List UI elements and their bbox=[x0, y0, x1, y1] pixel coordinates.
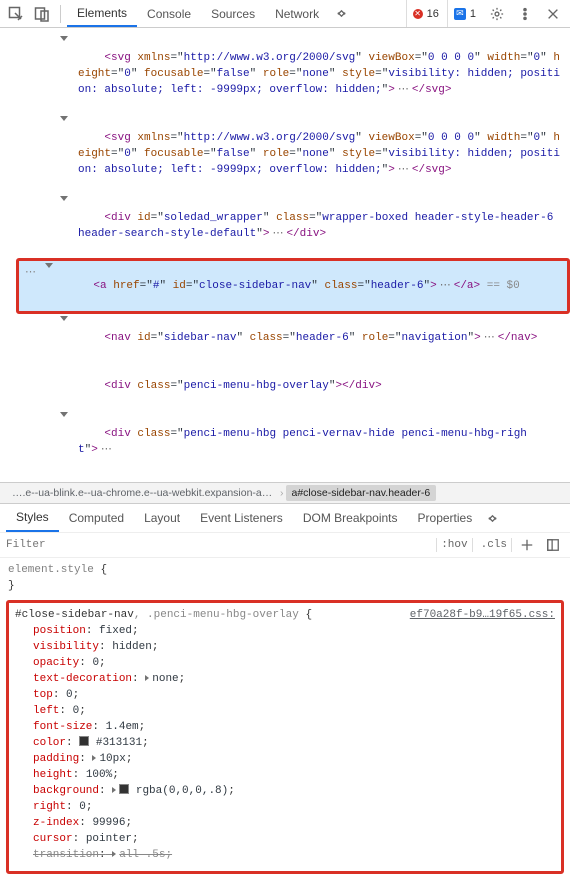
css-declaration[interactable]: z-index: 99996; bbox=[15, 815, 555, 831]
chevron-down-icon[interactable] bbox=[60, 36, 68, 41]
device-toggle-icon[interactable] bbox=[30, 2, 54, 26]
dom-node[interactable]: <nav id="sidebar-nav" class="header-6" r… bbox=[20, 314, 570, 362]
styles-filter-input[interactable] bbox=[6, 539, 432, 551]
matched-css-rule[interactable]: #close-sidebar-nav, .penci-menu-hbg-over… bbox=[6, 600, 564, 874]
cls-toggle-button[interactable]: .cls bbox=[477, 538, 512, 552]
chevron-down-icon[interactable] bbox=[45, 263, 53, 268]
css-declaration[interactable]: transition: all .5s; bbox=[15, 847, 555, 863]
hov-toggle-button[interactable]: :hov bbox=[436, 538, 472, 552]
css-declaration[interactable]: position: fixed; bbox=[15, 623, 555, 639]
close-devtools-icon[interactable] bbox=[540, 0, 566, 27]
message-icon: ✉ bbox=[454, 8, 466, 20]
css-declaration[interactable]: left: 0; bbox=[15, 703, 555, 719]
chevron-down-icon[interactable] bbox=[60, 412, 68, 417]
css-declaration[interactable]: height: 100%; bbox=[15, 767, 555, 783]
computed-sidebar-icon[interactable] bbox=[542, 534, 564, 556]
elements-dom-tree[interactable]: <svg xmlns="http://www.w3.org/2000/svg" … bbox=[0, 28, 570, 482]
breadcrumb[interactable]: ….e--ua-blink.e--ua-chrome.e--ua-webkit.… bbox=[0, 482, 570, 504]
chevron-right-icon: › bbox=[278, 487, 286, 499]
css-source-link[interactable]: ef70a28f-b9…19f65.css: bbox=[410, 607, 555, 623]
css-declaration[interactable]: visibility: hidden; bbox=[15, 639, 555, 655]
tab-dom-breakpoints[interactable]: DOM Breakpoints bbox=[293, 504, 408, 532]
dom-node[interactable]: <div class="penci-menu-hbg penci-vernav-… bbox=[20, 410, 570, 474]
tab-layout[interactable]: Layout bbox=[134, 504, 190, 532]
css-declaration[interactable]: text-decoration: none; bbox=[15, 671, 555, 687]
selection-marker-icon: ⋯ bbox=[25, 265, 36, 281]
kebab-menu-icon[interactable] bbox=[512, 0, 538, 27]
css-declaration[interactable]: color: #313131; bbox=[15, 735, 555, 751]
css-declaration[interactable]: right: 0; bbox=[15, 799, 555, 815]
inspect-icon[interactable] bbox=[4, 2, 28, 26]
dom-node[interactable]: <svg xmlns="http://www.w3.org/2000/svg" … bbox=[20, 34, 570, 114]
chevron-down-icon[interactable] bbox=[60, 116, 68, 121]
dom-node[interactable]: <svg xmlns="http://www.w3.org/2000/svg" … bbox=[20, 114, 570, 194]
message-count-badge[interactable]: ✉ 1 bbox=[447, 0, 482, 27]
error-count: 16 bbox=[427, 8, 439, 20]
tab-elements[interactable]: Elements bbox=[67, 0, 137, 27]
error-count-badge[interactable]: ✕ 16 bbox=[406, 0, 445, 27]
dom-node-selected[interactable]: ⋯<a href="#" id="close-sidebar-nav" clas… bbox=[16, 258, 570, 314]
styles-rules: element.style { } #close-sidebar-nav, .p… bbox=[0, 558, 570, 874]
expand-icon[interactable] bbox=[112, 787, 116, 793]
expand-icon[interactable] bbox=[112, 851, 116, 857]
tab-console[interactable]: Console bbox=[137, 0, 201, 27]
expand-icon[interactable] bbox=[92, 755, 96, 761]
color-swatch-icon[interactable] bbox=[119, 784, 129, 794]
chevron-down-icon[interactable] bbox=[60, 316, 68, 321]
tabs-more-icon[interactable] bbox=[482, 514, 503, 523]
error-icon: ✕ bbox=[413, 9, 423, 19]
expand-icon[interactable] bbox=[145, 675, 149, 681]
tab-event-listeners[interactable]: Event Listeners bbox=[190, 504, 293, 532]
crumb-current[interactable]: a#close-sidebar-nav.header-6 bbox=[286, 485, 437, 501]
dom-node[interactable]: <div class="penci-menu-hbg-overlay"></di… bbox=[20, 362, 570, 410]
css-declaration[interactable]: opacity: 0; bbox=[15, 655, 555, 671]
styles-pane-tabs: Styles Computed Layout Event Listeners D… bbox=[0, 504, 570, 532]
settings-gear-icon[interactable] bbox=[484, 0, 510, 27]
element-style-rule[interactable]: element.style { bbox=[0, 562, 570, 578]
element-style-rule-close: } bbox=[0, 578, 570, 594]
css-selector[interactable]: #close-sidebar-nav, .penci-menu-hbg-over… bbox=[15, 607, 410, 623]
crumb-ancestor[interactable]: ….e--ua-blink.e--ua-chrome.e--ua-webkit.… bbox=[8, 487, 278, 499]
tab-properties[interactable]: Properties bbox=[408, 504, 483, 532]
chevron-down-icon[interactable] bbox=[60, 196, 68, 201]
new-style-rule-icon[interactable] bbox=[516, 534, 538, 556]
tab-sources[interactable]: Sources bbox=[201, 0, 265, 27]
dom-node[interactable]: <div id="soledad_wrapper" class="wrapper… bbox=[20, 194, 570, 258]
css-declaration[interactable]: cursor: pointer; bbox=[15, 831, 555, 847]
tab-computed[interactable]: Computed bbox=[59, 504, 134, 532]
css-declaration[interactable]: top: 0; bbox=[15, 687, 555, 703]
css-declaration[interactable]: font-size: 1.4em; bbox=[15, 719, 555, 735]
tab-network[interactable]: Network bbox=[265, 0, 329, 27]
divider bbox=[60, 5, 61, 23]
color-swatch-icon[interactable] bbox=[79, 736, 89, 746]
css-declaration[interactable]: padding: 10px; bbox=[15, 751, 555, 767]
styles-filter-bar: :hov .cls bbox=[0, 532, 570, 558]
message-count: 1 bbox=[470, 8, 476, 20]
tabs-more-icon[interactable] bbox=[331, 9, 352, 18]
tab-styles[interactable]: Styles bbox=[6, 504, 59, 532]
panel-tabs: Elements Console Sources Network bbox=[67, 0, 329, 27]
css-declaration[interactable]: background: rgba(0,0,0,.8); bbox=[15, 783, 555, 799]
devtools-toolbar: Elements Console Sources Network ✕ 16 ✉ … bbox=[0, 0, 570, 28]
